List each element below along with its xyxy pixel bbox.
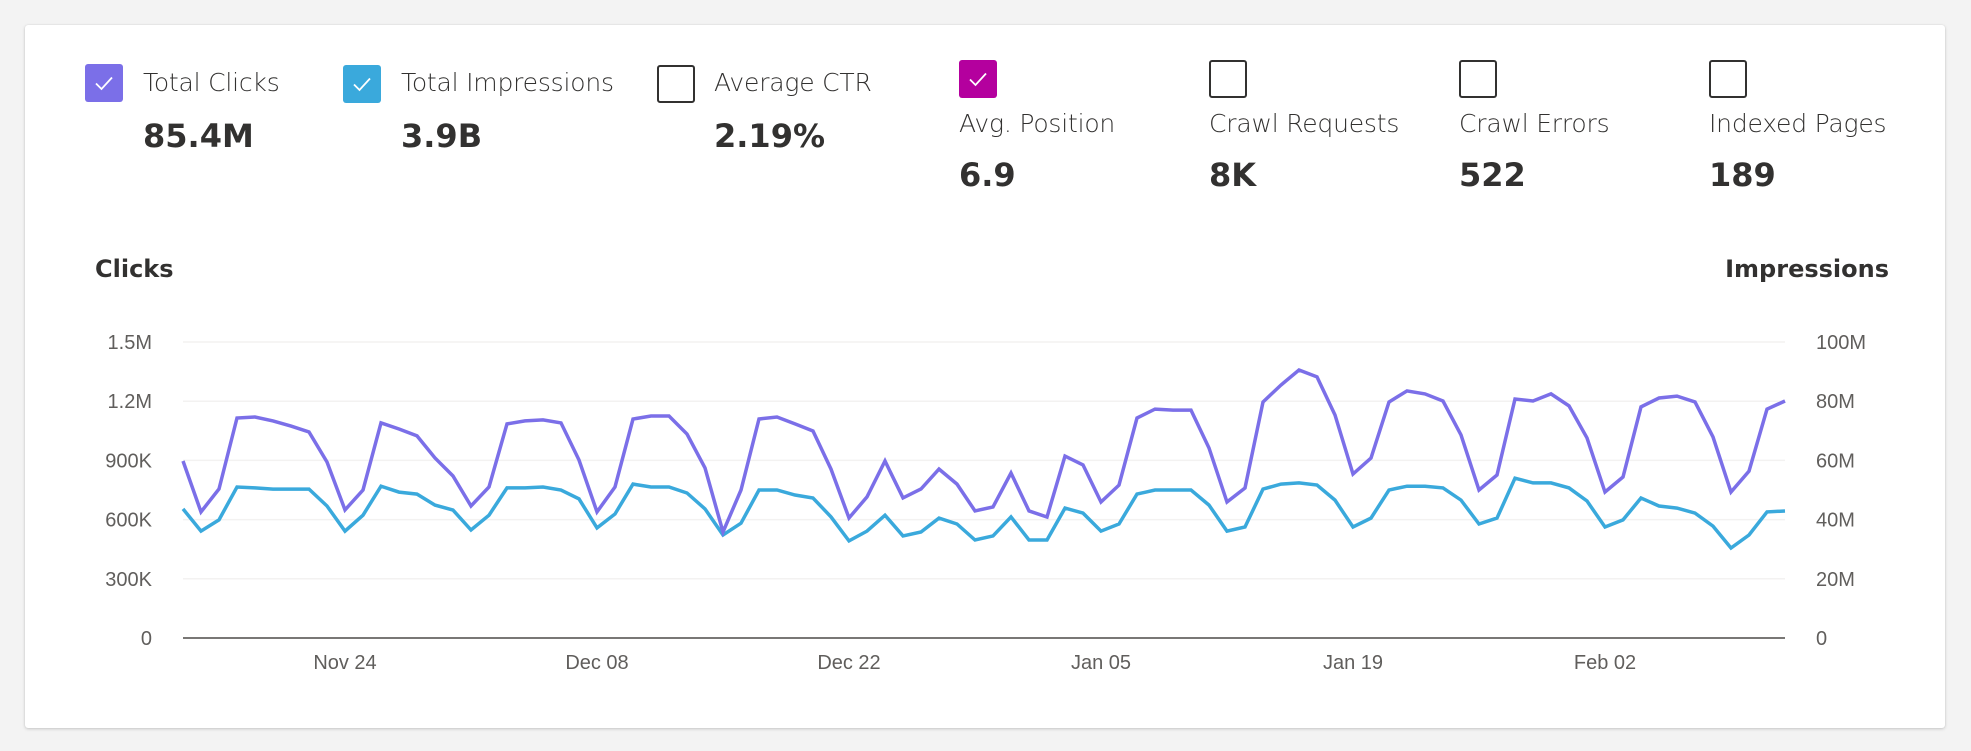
- y-right-tick-label: 60M: [1816, 450, 1855, 472]
- performance-card: Total Clicks 85.4M Total Impressions 3.9…: [25, 25, 1945, 728]
- x-tick-label: Feb 02: [1574, 652, 1636, 674]
- x-tick-label: Dec 22: [817, 652, 880, 674]
- gridlines: [183, 341, 1785, 580]
- y-right-tick-label: 40M: [1816, 510, 1855, 532]
- x-axis-ticks: Nov 24 Dec 08 Dec 22 Jan 05 Jan 19 Feb 02: [313, 652, 1636, 674]
- series-line-total-impressions: [181, 476, 1786, 551]
- y-left-tick-label: 1.2M: [108, 391, 152, 413]
- y-left-tick-label: 900K: [105, 450, 152, 472]
- x-tick-label: Nov 24: [313, 652, 376, 674]
- line-chart: 0300K600K900K1.2M1.5M 020M40M60M80M100M …: [105, 332, 1866, 674]
- y-left-tick-label: 0: [141, 628, 152, 650]
- y-left-tick-label: 600K: [105, 510, 152, 532]
- y-right-tick-label: 0: [1816, 628, 1827, 650]
- y-left-tick-label: 300K: [105, 569, 152, 591]
- x-tick-label: Jan 05: [1071, 652, 1131, 674]
- left-axis-ticks: 0 300K 600K 900K 1.2M 1.5M: [105, 332, 152, 650]
- right-axis-ticks: 0 20M 40M 60M 80M 100M: [1816, 332, 1866, 650]
- y-right-tick-label: 100M: [1816, 332, 1866, 354]
- y-left-tick-label: 1.5M: [108, 332, 152, 354]
- y-right-tick-label: 20M: [1816, 569, 1855, 591]
- series-group: [181, 367, 1786, 551]
- x-tick-label: Dec 08: [565, 652, 628, 674]
- y-right-tick-label: 80M: [1816, 391, 1855, 413]
- x-tick-label: Jan 19: [1323, 652, 1383, 674]
- series-line-total-clicks: [181, 367, 1786, 538]
